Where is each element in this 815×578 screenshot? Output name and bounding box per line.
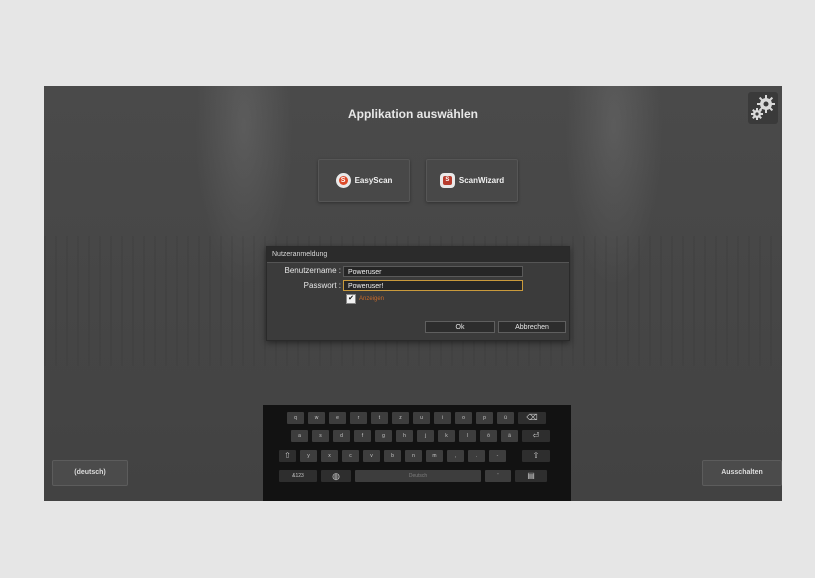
- username-field[interactable]: Poweruser: [343, 266, 523, 277]
- key[interactable]: g: [375, 430, 392, 442]
- shift-left-key[interactable]: ⇧: [279, 450, 296, 462]
- shift-right-key[interactable]: ⇧: [522, 450, 550, 462]
- key[interactable]: x: [321, 450, 338, 462]
- key[interactable]: .: [468, 450, 485, 462]
- username-label: Benutzername :: [284, 266, 341, 275]
- scanwizard-logo-icon: S: [439, 173, 455, 188]
- key[interactable]: q: [287, 412, 304, 424]
- enter-key[interactable]: ⏎: [522, 430, 550, 442]
- key[interactable]: m: [426, 450, 443, 462]
- space-key[interactable]: Deutsch: [355, 470, 481, 482]
- easyscan-app-button[interactable]: S EasyScan: [318, 159, 410, 202]
- gears-icon: [751, 95, 775, 120]
- key[interactable]: z: [392, 412, 409, 424]
- key[interactable]: ä: [501, 430, 518, 442]
- show-password-checkbox[interactable]: ✔: [346, 294, 356, 304]
- on-screen-keyboard: q w e r t z u i o p ü ⌫ a s d f g h j k …: [263, 405, 571, 501]
- key[interactable]: h: [396, 430, 413, 442]
- scanwizard-app-button[interactable]: S ScanWizard: [426, 159, 518, 202]
- key[interactable]: v: [363, 450, 380, 462]
- key[interactable]: b: [384, 450, 401, 462]
- key[interactable]: a: [291, 430, 308, 442]
- login-dialog: Nutzeranmeldung Benutzername : Poweruser…: [266, 246, 570, 341]
- keyboard-hide-icon[interactable]: ▤: [515, 470, 547, 482]
- dialog-title: Nutzeranmeldung: [267, 247, 569, 263]
- globe-icon[interactable]: ◍: [321, 470, 351, 482]
- key[interactable]: l: [459, 430, 476, 442]
- key[interactable]: k: [438, 430, 455, 442]
- password-field[interactable]: Poweruser!: [343, 280, 523, 291]
- key[interactable]: c: [342, 450, 359, 462]
- key[interactable]: n: [405, 450, 422, 462]
- scanwizard-label: ScanWizard: [458, 176, 505, 185]
- key[interactable]: w: [308, 412, 325, 424]
- key[interactable]: j: [417, 430, 434, 442]
- key[interactable]: e: [329, 412, 346, 424]
- key[interactable]: ü: [497, 412, 514, 424]
- settings-button[interactable]: [748, 92, 778, 124]
- key[interactable]: u: [413, 412, 430, 424]
- shutdown-button[interactable]: Ausschalten: [702, 460, 782, 486]
- key[interactable]: s: [312, 430, 329, 442]
- key[interactable]: r: [350, 412, 367, 424]
- backspace-key[interactable]: ⌫: [518, 412, 546, 424]
- numbers-key[interactable]: &123: [279, 470, 317, 482]
- key[interactable]: -: [489, 450, 506, 462]
- key[interactable]: ö: [480, 430, 497, 442]
- key[interactable]: t: [371, 412, 388, 424]
- easyscan-logo-icon: S: [335, 173, 351, 188]
- key[interactable]: ,: [447, 450, 464, 462]
- easyscan-label: EasyScan: [354, 176, 393, 185]
- key[interactable]: p: [476, 412, 493, 424]
- key[interactable]: d: [333, 430, 350, 442]
- cancel-button[interactable]: Abbrechen: [498, 321, 566, 333]
- key[interactable]: f: [354, 430, 371, 442]
- password-label: Passwort :: [303, 281, 341, 290]
- page-title: Applikation auswählen: [347, 107, 479, 121]
- key[interactable]: o: [455, 412, 472, 424]
- language-button[interactable]: (deutsch): [52, 460, 128, 486]
- ok-button[interactable]: Ok: [425, 321, 495, 333]
- key[interactable]: y: [300, 450, 317, 462]
- show-password-label: Anzeigen: [359, 296, 385, 302]
- key[interactable]: i: [434, 412, 451, 424]
- kiosk-screen: Applikation auswählen S EasyScan S ScanW…: [44, 86, 782, 501]
- apostrophe-key[interactable]: ': [485, 470, 511, 482]
